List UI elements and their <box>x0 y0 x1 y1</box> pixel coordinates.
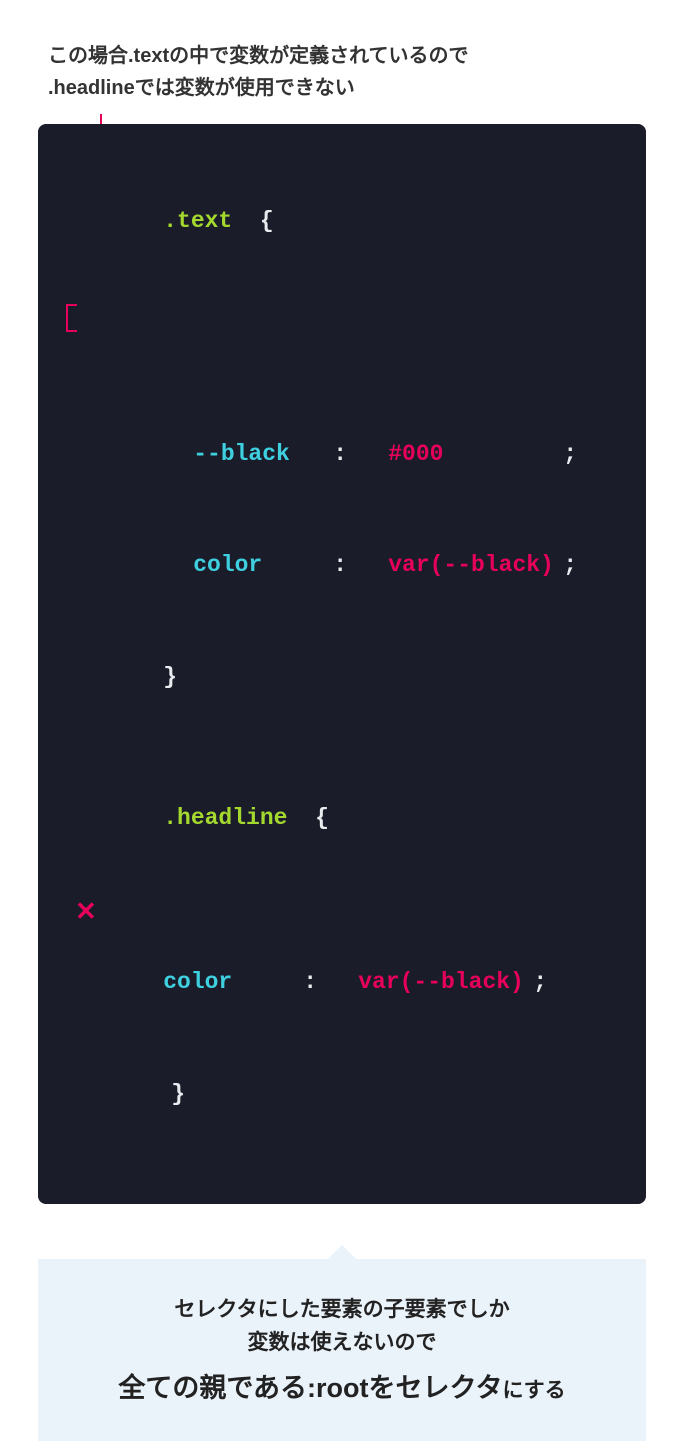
colon: : <box>303 965 333 1000</box>
code-line: color: var(--black); <box>108 514 601 618</box>
code-line: .text { <box>108 169 601 273</box>
callout-main: 全ての親である:rootをセレクタにする <box>58 1366 626 1405</box>
semicolon: ; <box>533 965 547 1000</box>
css-property: color <box>163 965 303 1000</box>
callout-strong: 全ての親である:rootをセレクタ <box>118 1373 502 1403</box>
css-value: #000 <box>388 437 563 472</box>
callout-line1: セレクタにした要素の子要素でしか <box>58 1293 626 1327</box>
css-property: color <box>193 548 333 583</box>
callout-end: にする <box>502 1379 565 1402</box>
code-line: .headline { <box>108 767 601 871</box>
css-selector: .text <box>163 208 232 234</box>
brace-open: { <box>315 805 329 831</box>
css-property: --black <box>193 437 333 472</box>
semicolon: ; <box>563 437 577 472</box>
callout-box: セレクタにした要素の子要素でしか 変数は使えないので 全ての親である:rootを… <box>38 1259 646 1441</box>
semicolon: ; <box>563 548 577 583</box>
bracket-mark-icon <box>66 330 77 332</box>
code-line: ✕ color:var(--black); <box>108 896 601 1034</box>
callout-line2: 変数は使えないので <box>58 1326 626 1360</box>
code-line: } <box>108 625 601 729</box>
brace-open: { <box>260 208 274 234</box>
brace-close: } <box>163 664 177 690</box>
callout-content: セレクタにした要素の子要素でしか 変数は使えないので 全ての親である:rootを… <box>38 1259 646 1441</box>
css-selector: .headline <box>163 805 287 831</box>
code-block: .text { --black: #000; color: var(--black)… <box>38 124 646 1204</box>
css-value: var(--black) <box>388 548 563 583</box>
css-value: var(--black) <box>358 965 533 1000</box>
x-mark-icon: ✕ <box>75 894 97 933</box>
code-line: --black: #000; <box>108 299 601 506</box>
caption-text: この場合.textの中で変数が定義されているので .headlineでは変数が使… <box>48 40 646 104</box>
brace-close: } <box>171 1081 185 1107</box>
bracket-mark-icon <box>66 304 68 332</box>
caption-line1: この場合.textの中で変数が定義されているので <box>48 40 646 72</box>
colon: : <box>333 437 363 472</box>
colon: : <box>333 548 363 583</box>
callout-pointer-icon <box>328 1245 356 1259</box>
caption-line2: .headlineでは変数が使用できない <box>48 72 646 104</box>
code-line: } <box>108 1042 601 1146</box>
